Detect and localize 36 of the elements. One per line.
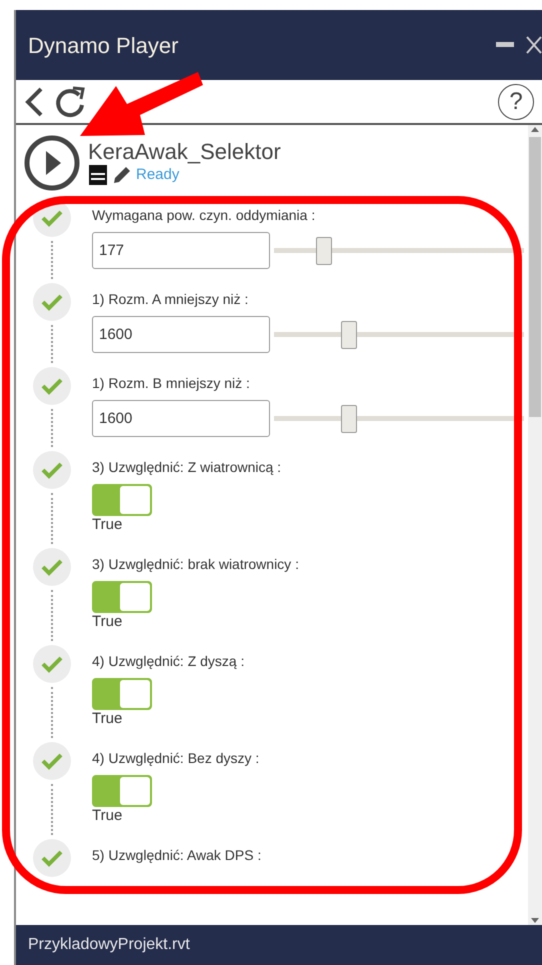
- scrollbar[interactable]: [528, 125, 542, 925]
- slider-thumb[interactable]: [341, 404, 357, 432]
- input-label: Wymagana pow. czyn. oddymiania :: [92, 206, 316, 225]
- input-label: 3) Uzwględnić: Z wiatrownicą :: [92, 458, 282, 477]
- refresh-icon[interactable]: [54, 84, 86, 118]
- pencil-icon[interactable]: [112, 165, 132, 186]
- scroll-up-icon[interactable]: [530, 125, 540, 133]
- help-button[interactable]: ?: [498, 84, 534, 120]
- input-label: 4) Uzwględnić: Bez dyszy :: [92, 749, 260, 768]
- toggle-switch[interactable]: [92, 484, 152, 516]
- window-icon[interactable]: [88, 164, 108, 186]
- toggle-value: True: [92, 613, 124, 631]
- toggle-switch[interactable]: [92, 581, 152, 613]
- toggle-switch[interactable]: [92, 775, 152, 807]
- input-label: 1) Rozm. B mniejszy niż :: [92, 374, 251, 393]
- input-label: 3) Uzwględnić: brak wiatrownicy :: [92, 555, 299, 574]
- toggle-value: True: [92, 710, 124, 728]
- window-title: Dynamo Player: [28, 32, 180, 60]
- toggle-switch[interactable]: [92, 678, 152, 710]
- slider-thumb[interactable]: [341, 320, 357, 348]
- script-name: KeraAwak_Selektor: [88, 140, 281, 164]
- status-bar-file: PrzykladowyProjekt.rvt: [28, 935, 190, 955]
- toggle-value: True: [92, 807, 124, 825]
- minimize-icon[interactable]: [496, 42, 514, 48]
- input-label: 4) Uzwględnić: Z dyszą :: [92, 652, 244, 671]
- close-icon[interactable]: [526, 36, 542, 54]
- back-icon[interactable]: [24, 86, 44, 118]
- number-input-field[interactable]: 177: [92, 232, 270, 269]
- number-input-field[interactable]: 1600: [92, 316, 270, 353]
- input-label: 5) Uzwględnić: Awak DPS :: [92, 846, 262, 865]
- status-text: Ready: [136, 164, 180, 185]
- toggle-value: True: [92, 516, 124, 534]
- slider-thumb[interactable]: [316, 236, 332, 264]
- play-icon[interactable]: [24, 135, 80, 191]
- input-label: 1) Rozm. A mniejszy niż :: [92, 290, 250, 309]
- number-input-field[interactable]: 1600: [92, 400, 270, 437]
